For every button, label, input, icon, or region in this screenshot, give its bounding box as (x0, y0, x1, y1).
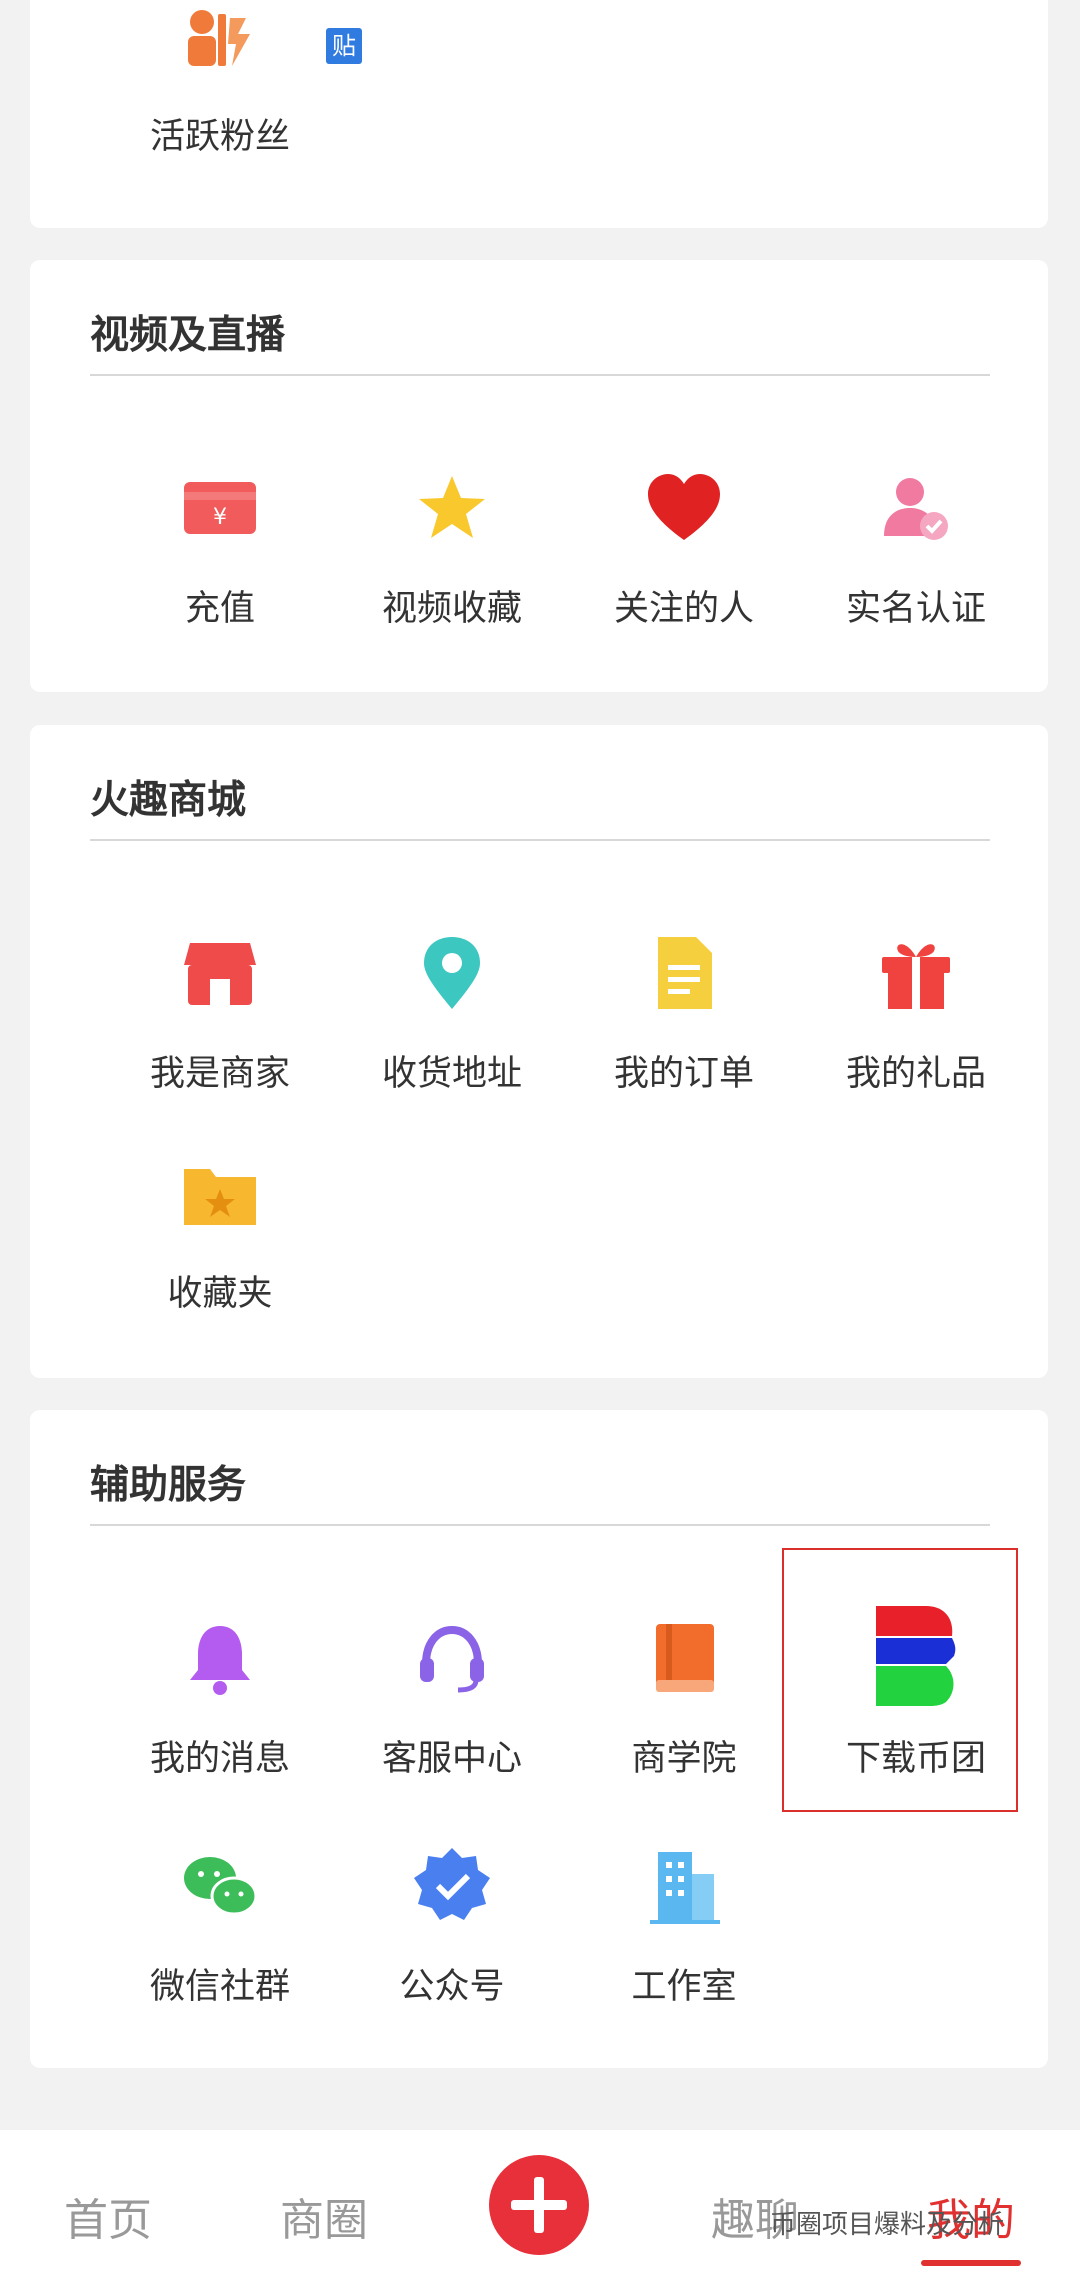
tile-wechat-group[interactable]: 微信社群 (104, 1846, 336, 2036)
tile-active-fans[interactable]: 活跃粉丝 (104, 0, 336, 190)
tile-official-account[interactable]: 公众号 (336, 1846, 568, 2036)
top-card: 活跃粉丝 贴 (30, 0, 1048, 228)
tile-merchant[interactable]: 我是商家 (104, 933, 336, 1123)
recharge-card-icon: ¥ (180, 468, 260, 548)
tile-label: 收藏夹 (167, 1274, 273, 1314)
post-badge-icon[interactable]: 贴 (326, 28, 362, 64)
verified-badge-icon (412, 1846, 492, 1926)
tile-label: 下载币团 (845, 1739, 986, 1779)
plus-icon[interactable] (489, 2155, 589, 2255)
tile-label: 我的消息 (149, 1739, 290, 1779)
tile-label: 充值 (184, 589, 255, 629)
divider (90, 374, 990, 376)
active-tab-indicator (921, 2260, 1021, 2266)
tile-label: 商学院 (631, 1739, 737, 1779)
section-title: 辅助服务 (90, 1463, 247, 1508)
tile-label: 活跃粉丝 (149, 117, 290, 157)
service-card: 辅助服务 我的消息 客服中心 商学院 下载币团 微信社群 公众号 工作室 (30, 1410, 1048, 2068)
tile-messages[interactable]: 我的消息 (104, 1618, 336, 1808)
post-badge-label: 贴 (332, 32, 356, 60)
folder-star-icon (180, 1153, 260, 1233)
bell-icon (180, 1618, 260, 1698)
section-title: 火趣商城 (90, 778, 247, 823)
tile-business-school[interactable]: 商学院 (568, 1618, 800, 1808)
section-title: 视频及直播 (90, 313, 286, 358)
mall-card: 火趣商城 我是商家 收货地址 我的订单 我的礼品 收藏夹 (30, 725, 1048, 1378)
tile-label: 公众号 (399, 1967, 505, 2007)
tile-label: 视频收藏 (381, 589, 522, 629)
bottom-nav: 首页 商圈 趣聊 我的 币圈项目爆料及分析 (0, 2130, 1080, 2280)
star-icon (412, 468, 492, 548)
tile-label: 我是商家 (149, 1054, 290, 1094)
shop-icon (180, 933, 260, 1013)
watermark: 币圈项目爆料及分析 (770, 2210, 1005, 2240)
video-card: 视频及直播 ¥ 充值 视频收藏 关注的人 实名认证 (30, 260, 1048, 692)
book-icon (644, 1618, 724, 1698)
tile-address[interactable]: 收货地址 (336, 933, 568, 1123)
tile-label: 收货地址 (381, 1054, 522, 1094)
tile-label: 微信社群 (149, 1967, 290, 2007)
bitun-logo-icon (876, 1606, 956, 1706)
tile-label: 实名认证 (845, 589, 986, 629)
tile-video-favorites[interactable]: 视频收藏 (336, 468, 568, 658)
headset-icon (412, 1618, 492, 1698)
verified-user-icon (876, 468, 956, 548)
tile-following[interactable]: 关注的人 (568, 468, 800, 658)
tile-label: 关注的人 (613, 589, 754, 629)
document-icon (644, 933, 724, 1013)
tile-real-name[interactable]: 实名认证 (800, 468, 1032, 658)
tile-customer-service[interactable]: 客服中心 (336, 1618, 568, 1808)
tile-label: 我的礼品 (845, 1054, 986, 1094)
tile-orders[interactable]: 我的订单 (568, 933, 800, 1123)
gift-icon (876, 933, 956, 1013)
nav-business-circle[interactable]: 商圈 (280, 2184, 368, 2248)
tile-label: 客服中心 (381, 1739, 522, 1779)
wechat-icon (180, 1846, 260, 1926)
location-pin-icon (412, 933, 492, 1013)
tile-gifts[interactable]: 我的礼品 (800, 933, 1032, 1123)
divider (90, 1524, 990, 1526)
divider (90, 839, 990, 841)
tile-label: 工作室 (631, 1967, 737, 2007)
active-fans-icon (180, 0, 260, 80)
svg-text:¥: ¥ (213, 505, 227, 530)
tile-studio[interactable]: 工作室 (568, 1846, 800, 2036)
tile-label: 我的订单 (613, 1054, 754, 1094)
tile-favorites-folder[interactable]: 收藏夹 (104, 1153, 336, 1343)
building-icon (644, 1846, 724, 1926)
nav-home[interactable]: 首页 (64, 2184, 152, 2248)
tile-download-bitun[interactable]: 下载币团 (800, 1606, 1032, 1796)
heart-icon (644, 468, 724, 548)
tile-recharge[interactable]: ¥ 充值 (104, 468, 336, 658)
